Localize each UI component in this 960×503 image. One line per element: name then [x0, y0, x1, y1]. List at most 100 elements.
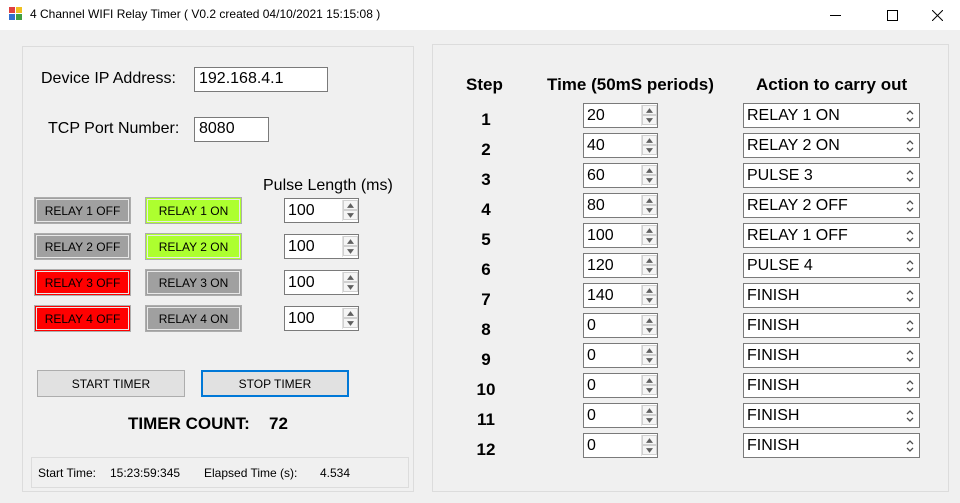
- spin-down-button[interactable]: [642, 295, 657, 305]
- chevron-down-icon: [646, 297, 653, 303]
- spin-up-button[interactable]: [642, 435, 657, 445]
- ip-address-input[interactable]: 192.168.4.1: [194, 67, 328, 92]
- spin-arrows: [641, 195, 657, 216]
- step-action-select[interactable]: FINISH: [743, 313, 920, 338]
- chevron-up-icon: [646, 167, 653, 173]
- chevron-down-icon: [646, 207, 653, 213]
- step-time-stepper[interactable]: 140: [583, 283, 658, 308]
- spin-down-button[interactable]: [642, 325, 657, 335]
- step-time-stepper[interactable]: 120: [583, 253, 658, 278]
- port-input[interactable]: 8080: [194, 117, 269, 142]
- relay-4-on-button[interactable]: RELAY 4 ON: [145, 305, 242, 332]
- chevron-up-icon: [347, 274, 354, 280]
- spin-down-button[interactable]: [343, 210, 358, 220]
- spin-value: 100: [288, 274, 315, 291]
- step-action-select[interactable]: PULSE 3: [743, 163, 920, 188]
- step-time-stepper[interactable]: 40: [583, 133, 658, 158]
- spin-up-button[interactable]: [642, 105, 657, 115]
- step-number: 7: [481, 290, 491, 309]
- spin-down-button[interactable]: [642, 265, 657, 275]
- step-action-select[interactable]: FINISH: [743, 283, 920, 308]
- spin-up-button[interactable]: [343, 236, 358, 246]
- step-action-select[interactable]: RELAY 1 OFF: [743, 223, 920, 248]
- stop-timer-button[interactable]: STOP TIMER: [201, 370, 349, 397]
- spin-down-button[interactable]: [343, 282, 358, 292]
- spin-down-button[interactable]: [642, 445, 657, 455]
- pulse-length-stepper[interactable]: 100: [284, 270, 359, 295]
- step-action-select[interactable]: FINISH: [743, 403, 920, 428]
- spin-down-button[interactable]: [642, 355, 657, 365]
- spin-up-button[interactable]: [642, 285, 657, 295]
- spin-up-button[interactable]: [642, 315, 657, 325]
- spin-up-button[interactable]: [642, 195, 657, 205]
- step-action-select[interactable]: RELAY 2 OFF: [743, 193, 920, 218]
- spin-down-button[interactable]: [642, 115, 657, 125]
- spin-up-button[interactable]: [343, 272, 358, 282]
- step-action-select[interactable]: PULSE 4: [743, 253, 920, 278]
- spin-down-button[interactable]: [642, 415, 657, 425]
- step-time-stepper[interactable]: 0: [583, 313, 658, 338]
- minimize-button[interactable]: [812, 0, 858, 30]
- spin-value: 100: [587, 227, 614, 244]
- relay-3-on-button[interactable]: RELAY 3 ON: [145, 269, 242, 296]
- step-time-stepper[interactable]: 0: [583, 403, 658, 428]
- step-time-stepper[interactable]: 80: [583, 193, 658, 218]
- spin-up-button[interactable]: [642, 165, 657, 175]
- start-timer-button[interactable]: START TIMER: [37, 370, 185, 397]
- pulse-length-stepper[interactable]: 100: [284, 306, 359, 331]
- selected-action: FINISH: [747, 347, 800, 364]
- step-action-select[interactable]: FINISH: [743, 343, 920, 368]
- spin-value: 40: [587, 137, 605, 154]
- step-time-stepper[interactable]: 0: [583, 373, 658, 398]
- step-action-select[interactable]: FINISH: [743, 373, 920, 398]
- step-action-select[interactable]: RELAY 2 ON: [743, 133, 920, 158]
- spin-down-button[interactable]: [642, 235, 657, 245]
- step-time-stepper[interactable]: 0: [583, 433, 658, 458]
- spin-up-button[interactable]: [343, 200, 358, 210]
- spin-down-button[interactable]: [343, 318, 358, 328]
- step-time-stepper[interactable]: 0: [583, 343, 658, 368]
- chevron-down-icon: [347, 248, 354, 254]
- spin-down-button[interactable]: [343, 246, 358, 256]
- spin-down-button[interactable]: [642, 385, 657, 395]
- relay-1-off-button[interactable]: RELAY 1 OFF: [34, 197, 131, 224]
- spin-value: 100: [288, 310, 315, 327]
- relay-1-on-button[interactable]: RELAY 1 ON: [145, 197, 242, 224]
- spin-down-button[interactable]: [642, 175, 657, 185]
- chevron-up-icon: [646, 437, 653, 443]
- spin-up-button[interactable]: [642, 345, 657, 355]
- relay-2-on-button[interactable]: RELAY 2 ON: [145, 233, 242, 260]
- spin-up-button[interactable]: [642, 255, 657, 265]
- spin-down-button[interactable]: [642, 205, 657, 215]
- elapsed-time-value: 4.534: [320, 466, 351, 480]
- spin-down-button[interactable]: [642, 145, 657, 155]
- spin-up-button[interactable]: [343, 308, 358, 318]
- chevron-up-icon: [646, 107, 653, 113]
- pulse-length-header: Pulse Length (ms): [263, 177, 393, 194]
- step-number: 12: [476, 440, 496, 459]
- up-down-chevron-icon: [906, 410, 914, 422]
- close-button[interactable]: [914, 0, 960, 30]
- step-time-stepper[interactable]: 20: [583, 103, 658, 128]
- maximize-button[interactable]: [869, 0, 915, 30]
- step-number: 2: [481, 140, 491, 159]
- relay-4-off-button[interactable]: RELAY 4 OFF: [34, 305, 131, 332]
- spin-arrows: [641, 165, 657, 186]
- spin-value: 140: [587, 287, 614, 304]
- spin-up-button[interactable]: [642, 225, 657, 235]
- pulse-length-stepper[interactable]: 100: [284, 198, 359, 223]
- chevron-down-icon: [646, 117, 653, 123]
- step-time-stepper[interactable]: 100: [583, 223, 658, 248]
- spin-up-button[interactable]: [642, 135, 657, 145]
- relay-2-off-button[interactable]: RELAY 2 OFF: [34, 233, 131, 260]
- spin-up-button[interactable]: [642, 405, 657, 415]
- step-action-select[interactable]: FINISH: [743, 433, 920, 458]
- spin-up-button[interactable]: [642, 375, 657, 385]
- chevron-up-icon: [646, 197, 653, 203]
- step-time-stepper[interactable]: 60: [583, 163, 658, 188]
- spin-value: 60: [587, 167, 605, 184]
- spin-value: 0: [587, 437, 596, 454]
- step-action-select[interactable]: RELAY 1 ON: [743, 103, 920, 128]
- pulse-length-stepper[interactable]: 100: [284, 234, 359, 259]
- relay-3-off-button[interactable]: RELAY 3 OFF: [34, 269, 131, 296]
